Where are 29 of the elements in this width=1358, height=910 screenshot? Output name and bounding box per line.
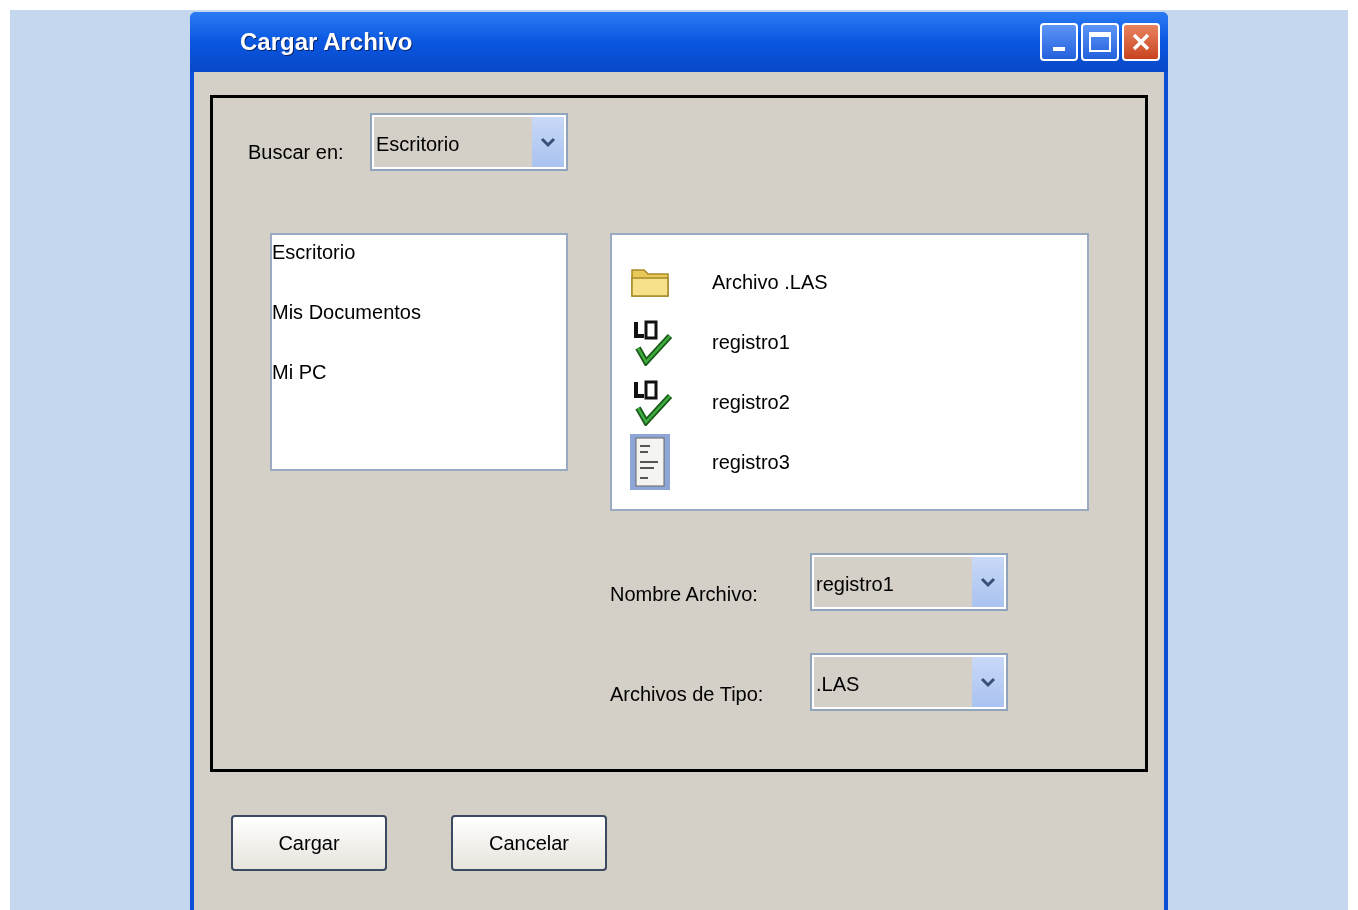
places-list-item[interactable]: Mi PC <box>272 357 566 417</box>
window-title: Cargar Archivo <box>240 27 414 57</box>
minimize-icon <box>1053 47 1065 51</box>
places-list-item[interactable]: Escritorio <box>272 237 566 297</box>
file-name-dropdown[interactable]: registro1 <box>810 553 1008 611</box>
chevron-icon <box>980 676 996 688</box>
close-icon <box>1131 32 1151 52</box>
file-list-item[interactable]: registro2 <box>712 387 790 417</box>
look-in-label: Buscar en: <box>248 140 345 165</box>
dialog-button[interactable]: Cancelar <box>451 815 607 871</box>
dropdown-button[interactable] <box>532 117 564 167</box>
document-icon <box>630 434 670 490</box>
file-name-label: Nombre Archivo: <box>610 582 759 607</box>
file-type-dropdown[interactable]: .LAS <box>810 653 1008 711</box>
maximize-icon <box>1089 32 1111 52</box>
look-in-dropdown[interactable]: Escritorio <box>370 113 568 171</box>
dropdown-button[interactable] <box>972 557 1004 607</box>
maximize-button[interactable] <box>1081 23 1119 61</box>
file-type-label: Archivos de Tipo: <box>610 682 765 707</box>
places-list-item[interactable]: Mis Documentos <box>272 297 566 357</box>
minimize-button[interactable] <box>1040 23 1078 61</box>
dropdown-button[interactable] <box>972 657 1004 707</box>
close-button[interactable] <box>1122 23 1160 61</box>
file-list-item[interactable]: Archivo .LAS <box>712 267 828 297</box>
chevron-icon <box>540 136 556 148</box>
chevron-icon <box>980 576 996 588</box>
dialog-button[interactable]: Cargar <box>231 815 387 871</box>
file-list-item[interactable]: registro3 <box>712 447 790 477</box>
file-list-item[interactable]: registro1 <box>712 327 790 357</box>
